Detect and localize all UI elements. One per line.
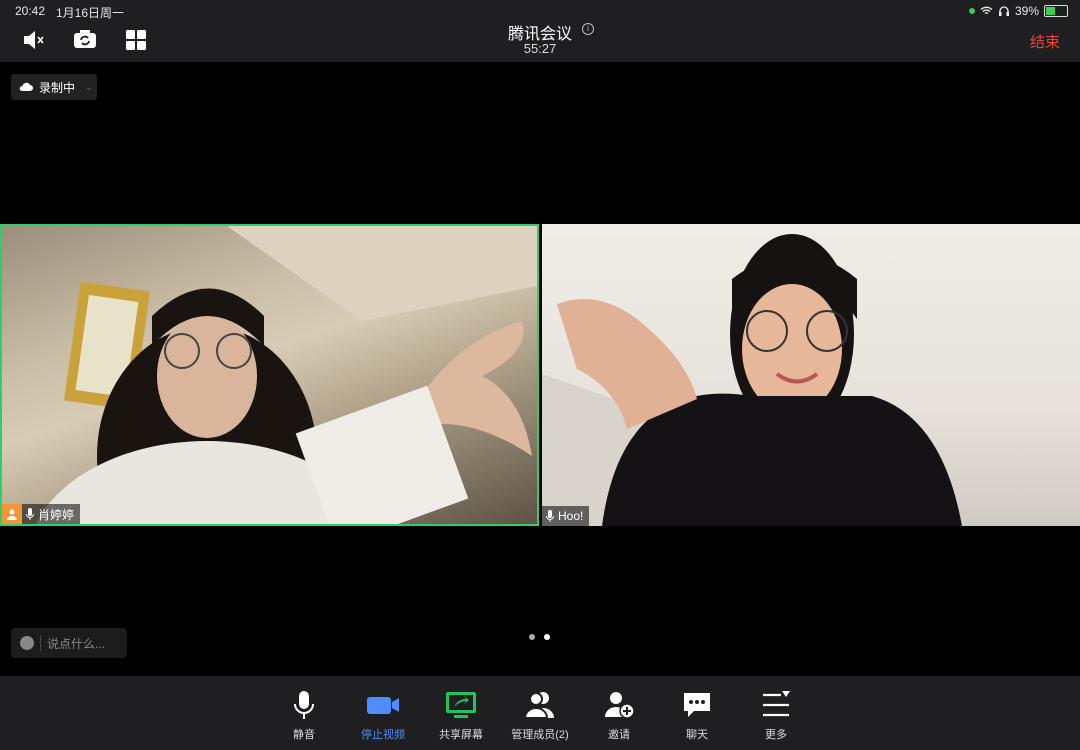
- host-avatar-icon: [2, 504, 22, 524]
- recording-badge[interactable]: 录制中 ⌄: [11, 74, 97, 100]
- status-date: 1月16日周一: [56, 6, 125, 20]
- video-tile-participant-2[interactable]: Hoo!: [542, 224, 1080, 526]
- recording-label: 录制中: [39, 80, 76, 95]
- more-button[interactable]: 更多: [736, 690, 816, 742]
- chat-input[interactable]: 说点什么...: [11, 628, 127, 658]
- participant-video-feed: [542, 234, 962, 526]
- status-bar: 20:42 1月16日周一 39%: [0, 0, 1080, 22]
- video-camera-icon: [367, 697, 399, 714]
- manage-members-label: 管理成员(2): [511, 729, 569, 741]
- meeting-timer: 55:27: [523, 41, 557, 56]
- invite-button[interactable]: 邀请: [579, 690, 659, 742]
- members-icon: [523, 692, 554, 719]
- chat-label: 聊天: [686, 729, 708, 741]
- chat-button[interactable]: 聊天: [657, 690, 737, 742]
- participant-name-tag: Hoo!: [542, 506, 590, 526]
- participant-name: 肖婷婷: [38, 507, 75, 522]
- invite-label: 邀请: [608, 729, 630, 741]
- chevron-down-icon: ⌄: [85, 81, 93, 92]
- participant-video-feed: [35, 226, 537, 524]
- share-screen-icon: [446, 692, 476, 718]
- page-indicator: [529, 634, 550, 640]
- more-label: 更多: [765, 729, 787, 741]
- chat-bubble-icon: [684, 693, 710, 717]
- share-screen-label: 共享屏幕: [439, 729, 483, 741]
- emoji-icon[interactable]: [20, 636, 34, 650]
- mic-indicator-icon: [968, 8, 975, 14]
- add-user-icon: [605, 692, 635, 719]
- info-icon[interactable]: i: [582, 23, 594, 35]
- microphone-icon: [546, 510, 554, 522]
- status-time: 20:42: [15, 4, 46, 18]
- end-meeting-button[interactable]: 结束: [1030, 31, 1060, 52]
- microphone-icon: [26, 508, 34, 520]
- video-tile-participant-1[interactable]: 肖婷婷: [0, 224, 539, 526]
- wifi-icon: [980, 6, 993, 15]
- chat-placeholder: 说点什么...: [47, 636, 106, 651]
- cloud-icon: [19, 82, 33, 91]
- participant-name-tag: 肖婷婷: [2, 504, 81, 524]
- more-menu-icon: [763, 691, 790, 717]
- headphones-icon: [998, 6, 1009, 16]
- divider: [40, 635, 41, 651]
- stop-video-label: 停止视频: [361, 729, 405, 741]
- mute-button[interactable]: 静音: [264, 690, 344, 742]
- share-screen-button[interactable]: 共享屏幕: [421, 690, 501, 742]
- battery-icon: [1044, 5, 1068, 17]
- mute-label: 静音: [293, 729, 315, 741]
- participant-name: Hoo!: [558, 509, 584, 523]
- bottom-toolbar: 静音 停止视频 共享屏幕 管理成员(2) 邀请 聊天 更多: [0, 676, 1080, 750]
- page-dot[interactable]: [529, 634, 535, 640]
- stop-video-button[interactable]: 停止视频: [343, 690, 423, 742]
- manage-members-button[interactable]: 管理成员(2): [500, 690, 580, 742]
- page-dot-active[interactable]: [544, 634, 550, 640]
- battery-percent: 39%: [1014, 4, 1039, 18]
- microphone-icon: [294, 691, 314, 719]
